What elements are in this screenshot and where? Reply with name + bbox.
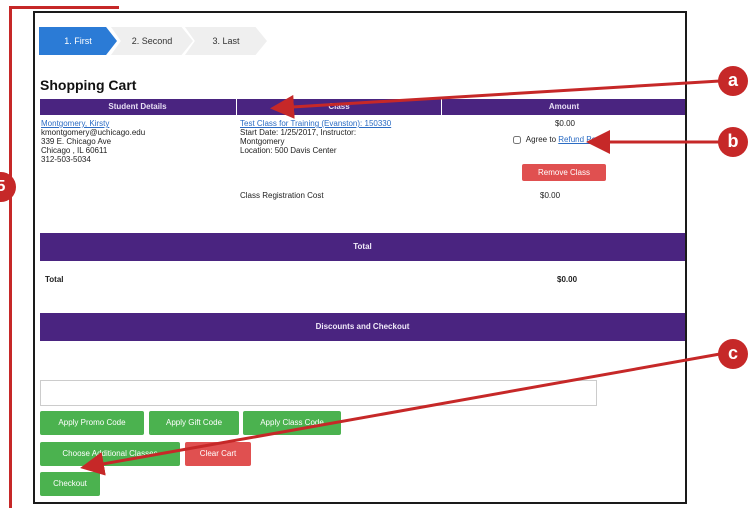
class-instructor: Montgomery [240,137,285,146]
code-input[interactable] [40,380,597,406]
class-amount: $0.00 [554,119,576,128]
annotation-marker-a: a [718,66,748,96]
student-details: Montgomery, Kirsty kmontgomery@uchicago.… [41,119,226,164]
remove-class-button[interactable]: Remove Class [522,164,606,181]
annotation-bracket-top [9,6,119,9]
total-row-value: $0.00 [557,275,578,284]
annotation-marker-c: c [718,339,748,369]
choose-additional-classes-button[interactable]: Choose Additional Classes [40,442,180,466]
registration-cost-label: Class Registration Cost [240,191,324,200]
annotation-marker-b: b [718,127,748,157]
agree-refund-prefix: Agree to [525,135,557,144]
student-email: kmontgomery@uchicago.edu [41,128,146,137]
cart-table-header: Student Details Class Amount [40,99,685,115]
class-details: Test Class for Training (Evanston): 1503… [240,119,435,155]
agree-refund: Agree to Refund Po [513,135,596,144]
annotation-bracket [9,6,12,508]
registration-cost-value: $0.00 [540,191,561,200]
class-location: Location: 500 Davis Center [240,146,337,155]
student-name-link[interactable]: Montgomery, Kirsty [41,119,226,128]
annotation-step-number: 5 [0,172,16,202]
apply-class-code-button[interactable]: Apply Class Code [243,411,341,435]
step-second[interactable]: 2. Second [111,27,193,55]
student-address-line1: 339 E. Chicago Ave [41,137,112,146]
step-first[interactable]: 1. First [39,27,117,55]
refund-policy-link[interactable]: Refund Po [558,135,596,144]
header-amount: Amount [441,99,685,115]
screenshot-frame: 1. First 2. Second 3. Last Shopping Cart… [33,11,687,504]
checkout-button[interactable]: Checkout [40,472,100,496]
clear-cart-button[interactable]: Clear Cart [185,442,251,466]
discounts-checkout-bar: Discounts and Checkout [40,313,685,341]
step-second-label: 2. Second [131,36,173,46]
class-start-date: Start Date: 1/25/2017, Instructor: [240,128,357,137]
class-name-link[interactable]: Test Class for Training (Evanston): 1503… [240,119,435,128]
step-last[interactable]: 3. Last [185,27,267,55]
page-title: Shopping Cart [40,77,137,93]
total-bar: Total [40,233,685,261]
header-class: Class [236,99,441,115]
student-address-line2: Chicago , IL 60611 [41,146,108,155]
total-row-label: Total [45,275,64,284]
student-phone: 312-503-5034 [41,155,91,164]
apply-promo-code-button[interactable]: Apply Promo Code [40,411,144,435]
step-last-label: 3. Last [212,36,240,46]
agree-refund-checkbox[interactable] [513,135,521,144]
header-student-details: Student Details [108,102,167,111]
apply-gift-code-button[interactable]: Apply Gift Code [149,411,239,435]
step-first-label: 1. First [64,36,92,46]
